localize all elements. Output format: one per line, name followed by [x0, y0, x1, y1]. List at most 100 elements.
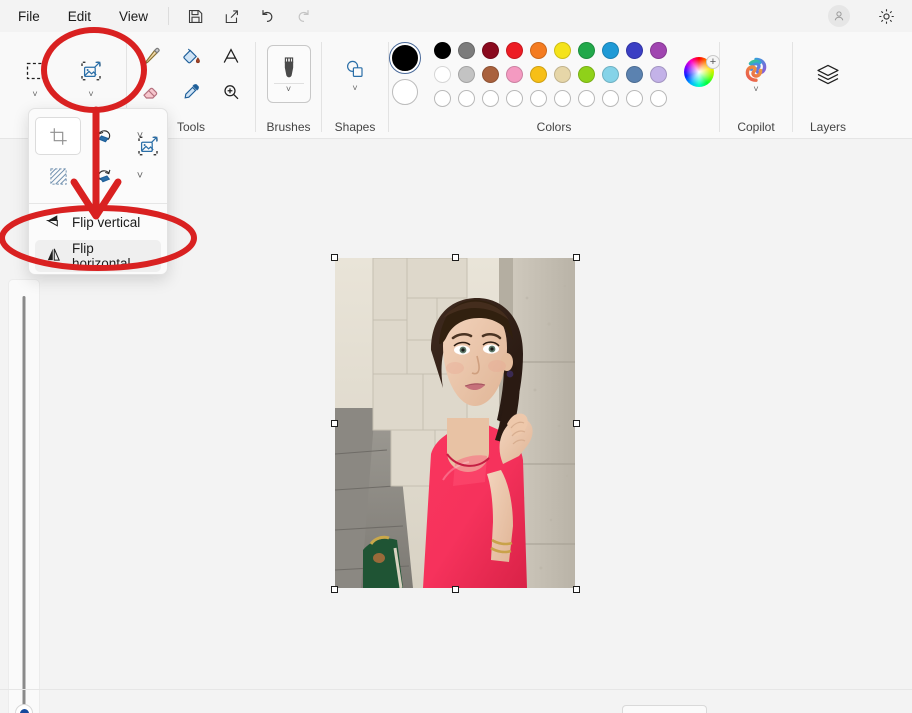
color-swatch-r2-c8[interactable] [601, 65, 619, 83]
color-swatch-r1-c7[interactable] [577, 41, 595, 59]
group-colors: + Colors [389, 32, 720, 138]
selection-handle-ne[interactable] [573, 254, 580, 261]
color-swatch-r2-c9[interactable] [625, 65, 643, 83]
color-swatch-r1-c4[interactable] [505, 41, 523, 59]
eyedropper-icon[interactable] [171, 72, 211, 112]
image-resize-icon[interactable] [133, 131, 163, 161]
color-swatch-r2-c1[interactable] [433, 65, 451, 83]
share-icon[interactable] [216, 4, 246, 28]
secondary-color-swatch[interactable] [392, 79, 418, 105]
color-swatch-r3-c1[interactable] [433, 89, 451, 107]
color-palette [430, 38, 670, 110]
color-wheel-button[interactable]: + [684, 55, 720, 91]
menubar-right-cluster [828, 4, 912, 28]
magnifier-icon[interactable] [211, 72, 251, 112]
color-swatch-r2-c2[interactable] [457, 65, 475, 83]
brushes-button[interactable]: ˅ [266, 45, 311, 103]
text-icon[interactable] [211, 36, 251, 76]
add-color-icon[interactable]: + [706, 55, 720, 69]
chevron-down-icon[interactable]: ˅ [32, 89, 37, 98]
bottom-status-chip [622, 705, 707, 713]
color-swatch-r2-c4[interactable] [505, 65, 523, 83]
shapes-button[interactable]: ˅ [333, 45, 377, 103]
crop-icon[interactable] [35, 117, 81, 155]
color-swatch-r2-c6[interactable] [553, 65, 571, 83]
color-swatch-r1-c2[interactable] [457, 41, 475, 59]
layers-button[interactable] [806, 45, 850, 103]
group-label-shapes: Shapes [334, 120, 376, 134]
color-swatch-r3-c4[interactable] [505, 89, 523, 107]
layers-icon [817, 64, 839, 85]
chevron-down-icon[interactable]: ˅ [286, 85, 291, 94]
flip-icon[interactable] [81, 157, 127, 195]
primary-color-swatch[interactable] [389, 42, 421, 74]
rectangular-selection-button[interactable]: ˅ [15, 51, 55, 98]
color-swatch-r1-c10[interactable] [649, 41, 667, 59]
redo-icon [288, 4, 318, 28]
zoom-slider-track[interactable] [22, 296, 26, 713]
selection-handle-e[interactable] [573, 420, 580, 427]
fill-bucket-icon[interactable] [171, 36, 211, 76]
color-swatch-r1-c9[interactable] [625, 41, 643, 59]
zoom-slider-thumb[interactable] [15, 704, 33, 713]
transparent-selection-icon[interactable] [35, 157, 81, 195]
save-icon[interactable] [180, 4, 210, 28]
group-copilot: ˅ Copilot [720, 32, 792, 138]
color-swatch-r3-c2[interactable] [457, 89, 475, 107]
selection-handle-se[interactable] [573, 586, 580, 593]
flyout-flip-horizontal[interactable]: Flip horizontal [35, 240, 161, 272]
flip-chevron-down-icon[interactable]: ˅ [127, 157, 153, 195]
pencil-icon[interactable] [131, 36, 171, 76]
color-swatch-r3-c6[interactable] [553, 89, 571, 107]
account-avatar-icon[interactable] [828, 5, 850, 27]
color-swatch-r3-c10[interactable] [649, 89, 667, 107]
flip-horizontal-icon [45, 246, 62, 266]
color-swatch-r2-c3[interactable] [481, 65, 499, 83]
group-label-colors: Colors [536, 120, 572, 134]
color-swatch-r1-c5[interactable] [529, 41, 547, 59]
chevron-down-icon[interactable]: ˅ [352, 83, 357, 92]
color-swatch-r1-c6[interactable] [553, 41, 571, 59]
color-swatch-r3-c3[interactable] [481, 89, 499, 107]
rotate-right-icon[interactable] [81, 117, 127, 155]
paint-window: File Edit View ˅ ˅ Tools ˅ Brushes ˅ Sha… [0, 0, 912, 713]
flip-vertical-icon [45, 212, 62, 232]
image-resize-button[interactable]: ˅ [71, 51, 111, 98]
gear-icon[interactable] [871, 4, 901, 28]
undo-icon[interactable] [252, 4, 282, 28]
color-swatch-r3-c7[interactable] [577, 89, 595, 107]
copilot-button[interactable]: ˅ [734, 45, 778, 103]
rectangular-selection-icon[interactable] [15, 51, 55, 91]
menubar-divider [168, 7, 170, 25]
image-selection[interactable] [331, 254, 580, 593]
selection-handle-s[interactable] [452, 586, 459, 593]
canvas-photo[interactable] [335, 258, 575, 588]
selection-handle-nw[interactable] [331, 254, 338, 261]
color-swatch-r3-c8[interactable] [601, 89, 619, 107]
menu-view[interactable]: View [107, 5, 160, 28]
group-label-copilot: Copilot [737, 120, 775, 134]
image-resize-icon[interactable] [71, 51, 111, 91]
color-swatch-r1-c1[interactable] [433, 41, 451, 59]
color-swatch-r2-c10[interactable] [649, 65, 667, 83]
group-layers: Layers [793, 32, 863, 138]
flyout-separator [29, 203, 167, 204]
color-swatch-r2-c7[interactable] [577, 65, 595, 83]
eraser-icon[interactable] [131, 72, 171, 112]
zoom-slider[interactable] [8, 279, 40, 713]
color-swatch-r1-c8[interactable] [601, 41, 619, 59]
color-swatch-r3-c5[interactable] [529, 89, 547, 107]
color-swatch-r2-c5[interactable] [529, 65, 547, 83]
selection-handle-n[interactable] [452, 254, 459, 261]
color-swatch-r3-c9[interactable] [625, 89, 643, 107]
selection-handle-w[interactable] [331, 420, 338, 427]
menu-edit[interactable]: Edit [56, 5, 103, 28]
flyout-flip-vertical[interactable]: Flip vertical [35, 206, 161, 238]
menu-file[interactable]: File [6, 5, 52, 28]
color-swatch-r1-c3[interactable] [481, 41, 499, 59]
chevron-down-icon[interactable]: ˅ [88, 89, 93, 98]
selection-handle-sw[interactable] [331, 586, 338, 593]
flyout-flip-vertical-label: Flip vertical [72, 214, 141, 230]
chevron-down-icon[interactable]: ˅ [753, 84, 758, 93]
group-label-layers: Layers [809, 120, 847, 134]
